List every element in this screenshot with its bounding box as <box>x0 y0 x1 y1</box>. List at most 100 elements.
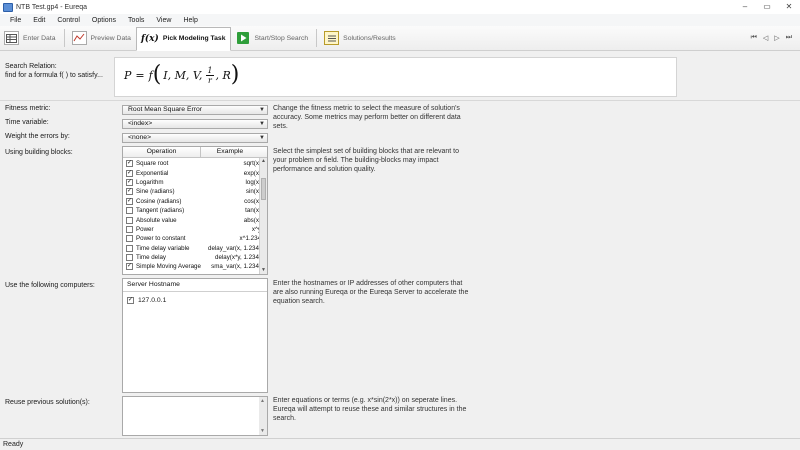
building-block-row[interactable]: Absolute value abs(x) <box>123 215 261 224</box>
building-block-name: Exponential <box>136 169 169 177</box>
toolbar-separator <box>316 29 318 47</box>
building-block-example: x^1.234 <box>239 235 261 243</box>
search-relation-sublabel: find for a formula f( ) to satisfy... <box>5 72 103 79</box>
example-column-header[interactable]: Example <box>201 147 259 157</box>
scroll-down-icon[interactable]: ▼ <box>260 267 267 274</box>
building-block-checkbox[interactable]: ✓ <box>126 188 133 196</box>
building-block-row[interactable]: ✓ Square root sqrt(x) <box>123 159 261 168</box>
building-block-example: cos(x) <box>244 197 261 205</box>
building-blocks-scrollbar[interactable]: ▲ ▼ <box>259 158 267 274</box>
fitness-metric-label: Fitness metric: <box>5 105 51 112</box>
menu-tools[interactable]: Tools <box>122 17 150 24</box>
pick-modeling-task-tab[interactable]: f(x) Pick Modeling Task <box>135 26 231 51</box>
server-hostname-header: Server Hostname <box>123 279 267 292</box>
menu-options[interactable]: Options <box>86 17 122 24</box>
building-block-row[interactable]: ✓ Sine (radians) sin(x) <box>123 187 261 196</box>
building-block-checkbox[interactable] <box>126 244 133 252</box>
building-block-row[interactable]: Power x^y <box>123 225 261 234</box>
building-block-checkbox[interactable]: ✓ <box>126 197 133 205</box>
time-variable-select[interactable]: <index> ▼ <box>122 119 268 129</box>
building-block-row[interactable]: ✓ Simple Moving Average sma_var(x, 1.234) <box>123 262 261 271</box>
building-block-checkbox[interactable] <box>126 235 133 243</box>
building-block-checkbox[interactable] <box>126 254 133 262</box>
line-chart-icon <box>71 31 87 45</box>
server-hostname: 127.0.0.1 <box>138 297 167 304</box>
computers-label: Use the following computers: <box>5 282 95 289</box>
menu-edit[interactable]: Edit <box>27 17 51 24</box>
enter-data-button[interactable]: Enter Data <box>0 28 60 48</box>
building-block-example: x^y <box>251 225 261 233</box>
close-button[interactable]: ✕ <box>782 1 796 12</box>
building-blocks-label: Using building blocks: <box>5 149 73 156</box>
fraction-numerator: 1 <box>206 65 214 76</box>
building-block-name: Logarithm <box>136 178 164 186</box>
toolbar-separator <box>63 29 65 47</box>
menu-file[interactable]: File <box>4 17 27 24</box>
title-bar: NTB Test.gp4 - Eureqa – ▭ ✕ <box>0 0 800 14</box>
scroll-down-icon[interactable]: ▼ <box>260 428 265 434</box>
building-block-row[interactable]: Time delay delay(x*y, 1.234) <box>123 253 261 262</box>
building-blocks-help: Select the simplest set of building bloc… <box>273 148 459 173</box>
server-checkbox[interactable]: ✓ <box>127 297 134 304</box>
building-block-checkbox[interactable]: ✓ <box>126 263 133 271</box>
menu-control[interactable]: Control <box>51 17 86 24</box>
weight-errors-value: <none> <box>128 134 152 141</box>
time-variable-value: <index> <box>128 120 153 127</box>
building-block-row[interactable]: ✓ Cosine (radians) cos(x) <box>123 197 261 206</box>
operation-column-header[interactable]: Operation <box>123 147 201 157</box>
building-blocks-list[interactable]: Operation Example ✓ Square root sqrt(x) ✓ Ex… <box>122 146 268 275</box>
play-icon <box>236 31 251 45</box>
building-block-name: Cosine (radians) <box>136 197 182 205</box>
results-list-icon <box>324 31 340 45</box>
solutions-results-button[interactable]: Solutions/Results <box>320 28 400 48</box>
building-block-example: log(x) <box>245 178 261 186</box>
building-block-row[interactable]: Tangent (radians) tan(x) <box>123 206 261 215</box>
building-block-row[interactable]: Time delay variable delay_var(x, 1.234) <box>123 244 261 253</box>
time-variable-label: Time variable: <box>5 119 49 126</box>
building-block-row[interactable]: Power to constant x^1.234 <box>123 234 261 243</box>
building-block-example: exp(x) <box>243 169 261 177</box>
building-block-example: delay(x*y, 1.234) <box>215 254 261 262</box>
minimize-button[interactable]: – <box>738 1 752 12</box>
start-stop-search-button[interactable]: Start/Stop Search <box>232 28 313 48</box>
menu-bar: File Edit Control Options Tools View Hel… <box>0 14 800 26</box>
reuse-solutions-textarea[interactable]: ▲ ▼ <box>122 396 268 436</box>
server-list[interactable]: Server Hostname ✓ 127.0.0.1 <box>122 278 268 393</box>
formula-close-paren: ) <box>230 62 240 87</box>
reuse-scrollbar[interactable]: ▲ ▼ <box>259 397 267 435</box>
fitness-metric-select[interactable]: Root Mean Square Error ▼ <box>122 105 268 115</box>
first-step-icon[interactable]: ⏮ <box>751 34 757 42</box>
last-step-icon[interactable]: ⏭ <box>786 34 792 42</box>
table-icon <box>4 31 19 45</box>
menu-view[interactable]: View <box>150 17 177 24</box>
building-block-name: Time delay <box>136 254 167 262</box>
formula-open-paren: ( <box>152 62 162 87</box>
building-block-checkbox[interactable] <box>126 216 133 224</box>
modeling-task-panel: Search Relation: find for a formula f( )… <box>0 52 800 438</box>
maximize-button[interactable]: ▭ <box>760 1 774 12</box>
server-row[interactable]: ✓ 127.0.0.1 <box>123 295 267 306</box>
building-block-name: Simple Moving Average <box>136 263 201 271</box>
building-block-checkbox[interactable]: ✓ <box>126 160 133 168</box>
scroll-up-icon[interactable]: ▲ <box>260 158 267 165</box>
building-block-checkbox[interactable] <box>126 225 133 233</box>
building-block-row[interactable]: ✓ Exponential exp(x) <box>123 168 261 177</box>
scroll-thumb[interactable] <box>261 178 266 200</box>
building-block-row[interactable]: ✓ Logarithm log(x) <box>123 178 261 187</box>
start-stop-search-label: Start/Stop Search <box>254 34 309 42</box>
scroll-up-icon[interactable]: ▲ <box>260 398 265 404</box>
previous-step-icon[interactable]: ◁ <box>763 34 768 42</box>
next-step-icon[interactable]: ▷ <box>774 34 779 42</box>
preview-data-button[interactable]: Preview Data <box>68 28 135 48</box>
solutions-results-label: Solutions/Results <box>343 34 396 42</box>
building-block-checkbox[interactable]: ✓ <box>126 178 133 186</box>
weight-errors-select[interactable]: <none> ▼ <box>122 133 268 143</box>
menu-help[interactable]: Help <box>177 17 203 24</box>
building-block-checkbox[interactable] <box>126 207 133 215</box>
building-block-example: abs(x) <box>243 216 261 224</box>
formula-args: I, M, V, <box>163 68 203 82</box>
building-block-name: Absolute value <box>136 216 177 224</box>
section-divider <box>0 100 800 101</box>
fitness-metric-help: Change the fitness metric to select the … <box>273 105 461 130</box>
building-block-checkbox[interactable]: ✓ <box>126 169 133 177</box>
